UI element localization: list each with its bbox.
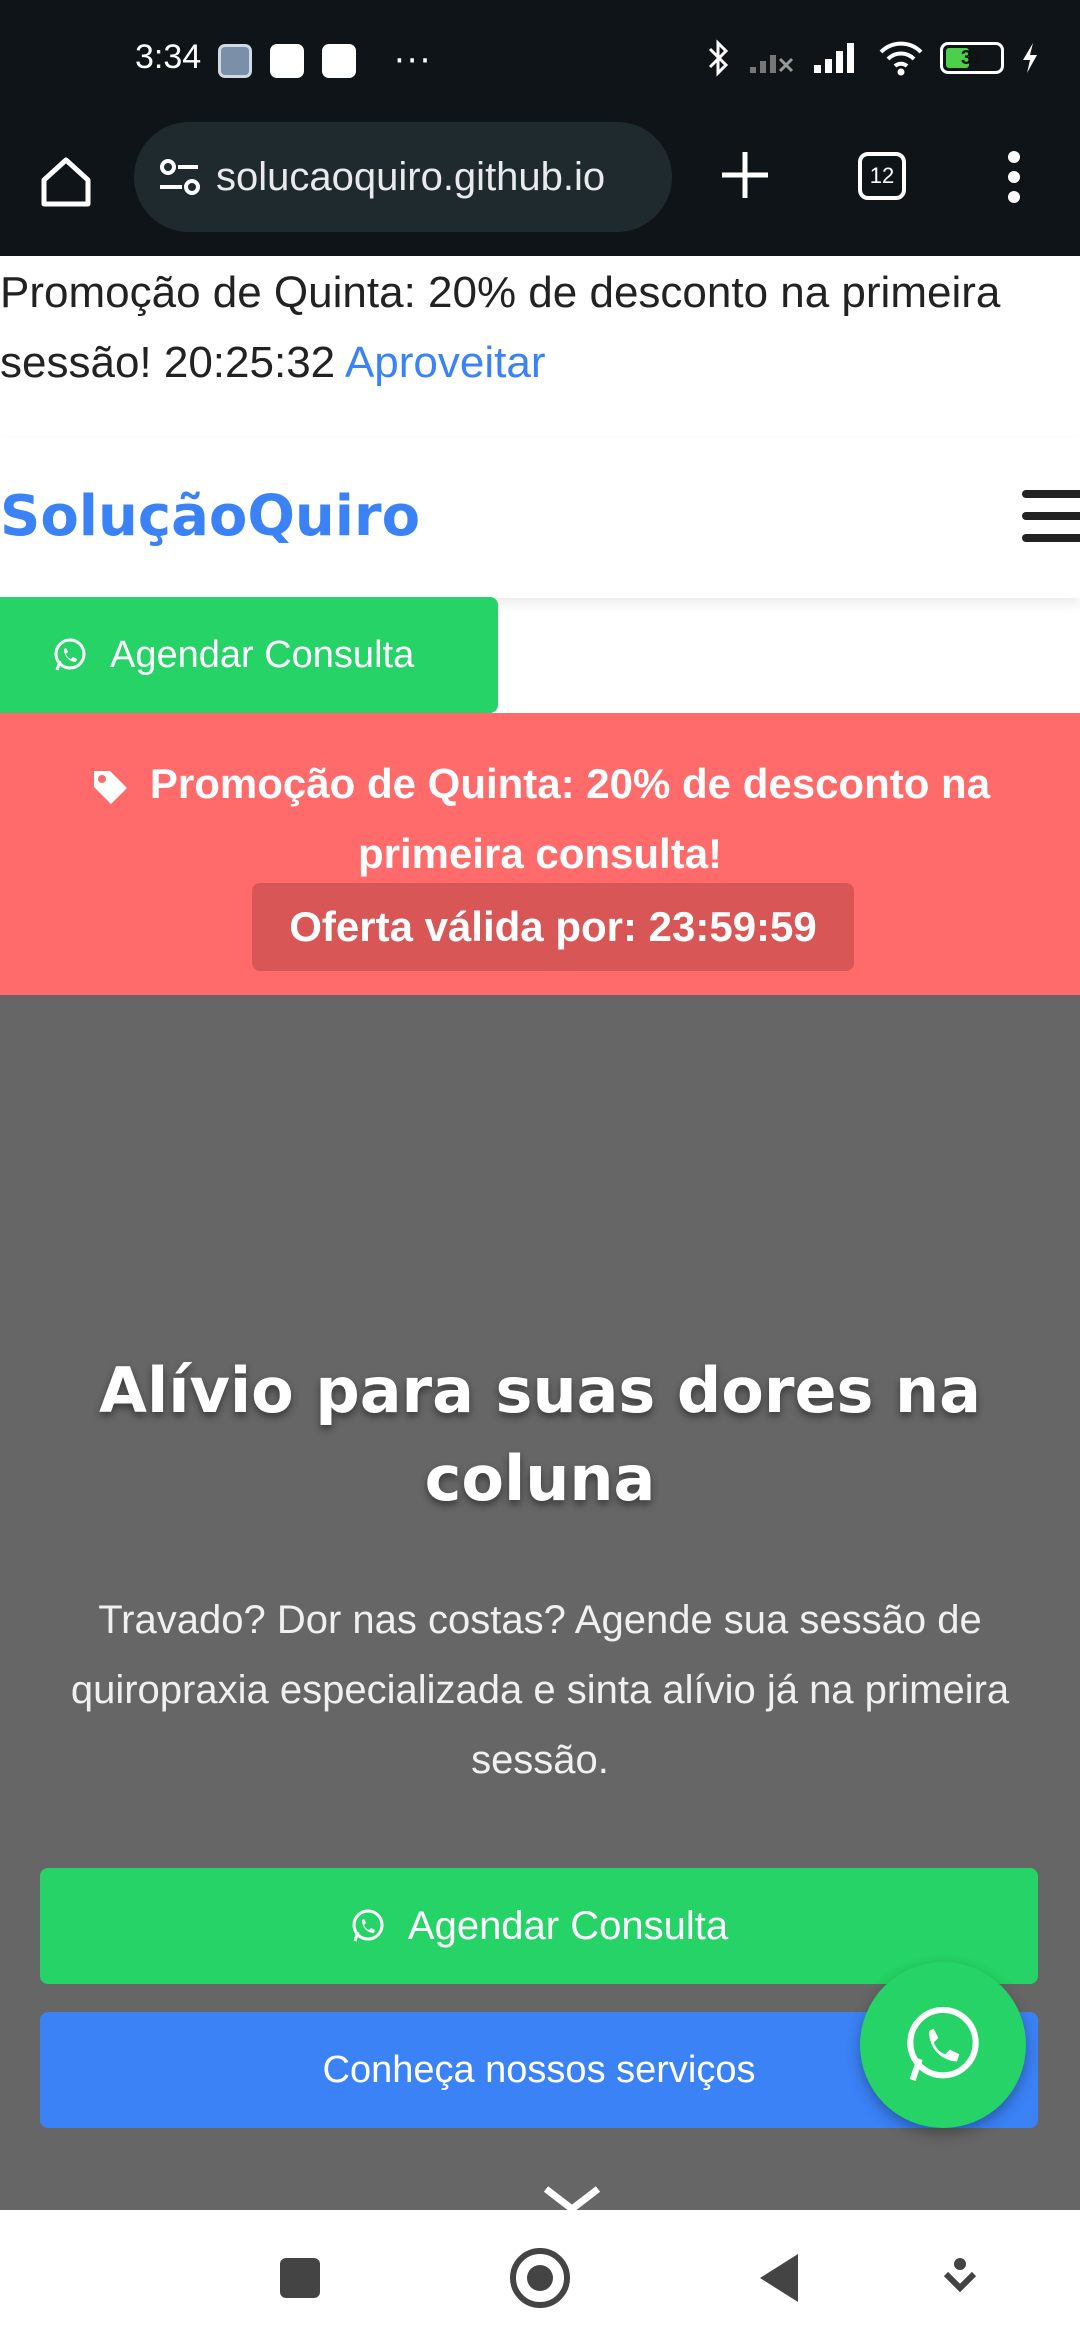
whatsapp-float-button[interactable]	[860, 1962, 1026, 2128]
promo-announcement: Promoção de Quinta: 20% de desconto na p…	[0, 258, 1080, 398]
scroll-down-chevron-icon[interactable]	[542, 2185, 602, 2213]
system-navigation-bar	[0, 2210, 1080, 2340]
battery-level: 31	[960, 46, 984, 69]
more-notifications-icon: ···	[394, 41, 433, 81]
charging-icon	[1023, 43, 1037, 73]
system-status-icons: 31	[706, 38, 1040, 78]
wifi-icon	[879, 41, 923, 76]
signal-icon	[814, 43, 854, 73]
services-button-label: Conheça nossos serviços	[322, 2048, 756, 2091]
app-notification-icon	[322, 44, 356, 78]
assistant-icon[interactable]	[940, 2256, 980, 2296]
promo-banner: Promoção de Quinta: 20% de desconto na p…	[0, 713, 1080, 995]
whatsapp-icon	[352, 1909, 384, 1942]
whatsapp-icon	[54, 638, 86, 671]
battery-icon: 31	[940, 42, 1004, 74]
promo-link[interactable]: Aproveitar	[345, 338, 546, 387]
hamburger-menu-icon[interactable]	[1022, 490, 1080, 546]
tab-switcher-button[interactable]: 12	[858, 152, 906, 200]
recent-apps-icon[interactable]	[280, 2258, 320, 2298]
site-navbar: SoluçãoQuiro	[0, 438, 1080, 598]
more-options-icon[interactable]	[1006, 150, 1022, 204]
hero-subtitle: Travado? Dor nas costas? Agende sua sess…	[70, 1598, 1010, 1782]
brand-logo[interactable]: SoluçãoQuiro	[0, 484, 420, 549]
home-icon[interactable]	[36, 152, 96, 212]
hero-schedule-button[interactable]: Agendar Consulta	[40, 1868, 1038, 1984]
site-settings-icon[interactable]	[154, 151, 206, 203]
gallery-notification-icon	[218, 44, 252, 78]
back-icon[interactable]	[760, 2254, 798, 2302]
promo-banner-text: Promoção de Quinta: 20% de desconto na p…	[149, 760, 991, 877]
schedule-button-top[interactable]: Agendar Consulta	[0, 597, 498, 713]
url-text[interactable]: solucaoquiro.github.io	[216, 155, 656, 200]
signal-off-icon	[750, 55, 794, 73]
whatsapp-icon	[907, 2006, 979, 2081]
schedule-button-label: Agendar Consulta	[110, 633, 415, 676]
status-time: 3:34	[135, 38, 202, 76]
new-tab-icon[interactable]	[716, 146, 774, 204]
hero-schedule-label: Agendar Consulta	[407, 1903, 729, 1948]
home-button-icon[interactable]	[510, 2248, 570, 2308]
bluetooth-icon	[708, 39, 729, 77]
hero-title: Alívio para suas dores na coluna	[99, 1354, 981, 1515]
status-bar: 3:34 ··· 31	[0, 0, 1080, 124]
notification-icons: ···	[218, 44, 432, 78]
tag-icon	[93, 770, 127, 804]
offer-countdown: Oferta válida por: 23:59:59	[252, 883, 854, 971]
app-notification-icon	[270, 44, 304, 78]
